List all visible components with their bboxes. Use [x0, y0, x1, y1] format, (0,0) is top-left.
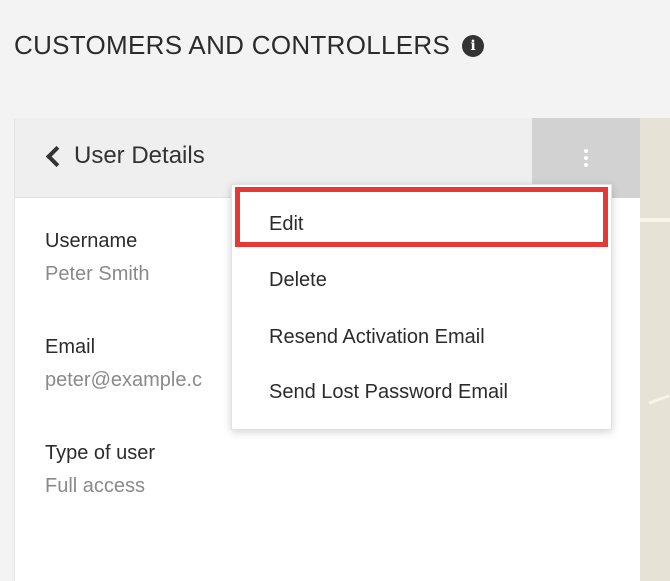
vertical-dot — [584, 156, 588, 160]
username-value: Peter Smith — [45, 263, 150, 285]
options-dropdown-menu: Edit Delete Resend Activation Email Send… — [231, 184, 612, 430]
info-icon[interactable]: i — [462, 34, 485, 57]
username-field: Username Peter Smith — [45, 230, 215, 286]
page-header: CUSTOMERS AND CONTROLLERS i — [14, 30, 485, 61]
username-label: Username — [45, 230, 138, 252]
vertical-dot — [584, 163, 588, 167]
email-label: Email — [45, 336, 96, 358]
user-type-field: Type of user Full access — [45, 442, 245, 498]
page-title: CUSTOMERS AND CONTROLLERS — [14, 30, 451, 60]
user-type-value: Full access — [45, 475, 146, 497]
menu-item-edit[interactable]: Edit — [269, 213, 303, 236]
chevron-left-icon — [45, 145, 68, 167]
user-type-label: Type of user — [45, 442, 156, 464]
vertical-dots-icon — [584, 149, 588, 153]
back-label: User Details — [74, 142, 205, 169]
back-button[interactable]: User Details — [45, 142, 205, 170]
menu-item-delete[interactable]: Delete — [269, 269, 327, 292]
map-background — [640, 118, 670, 581]
menu-item-send-lost-password-email[interactable]: Send Lost Password Email — [269, 381, 508, 404]
menu-item-resend-activation-email[interactable]: Resend Activation Email — [269, 326, 485, 349]
email-value: peter@example.c — [45, 369, 203, 391]
email-field: Email peter@example.c — [45, 336, 231, 392]
